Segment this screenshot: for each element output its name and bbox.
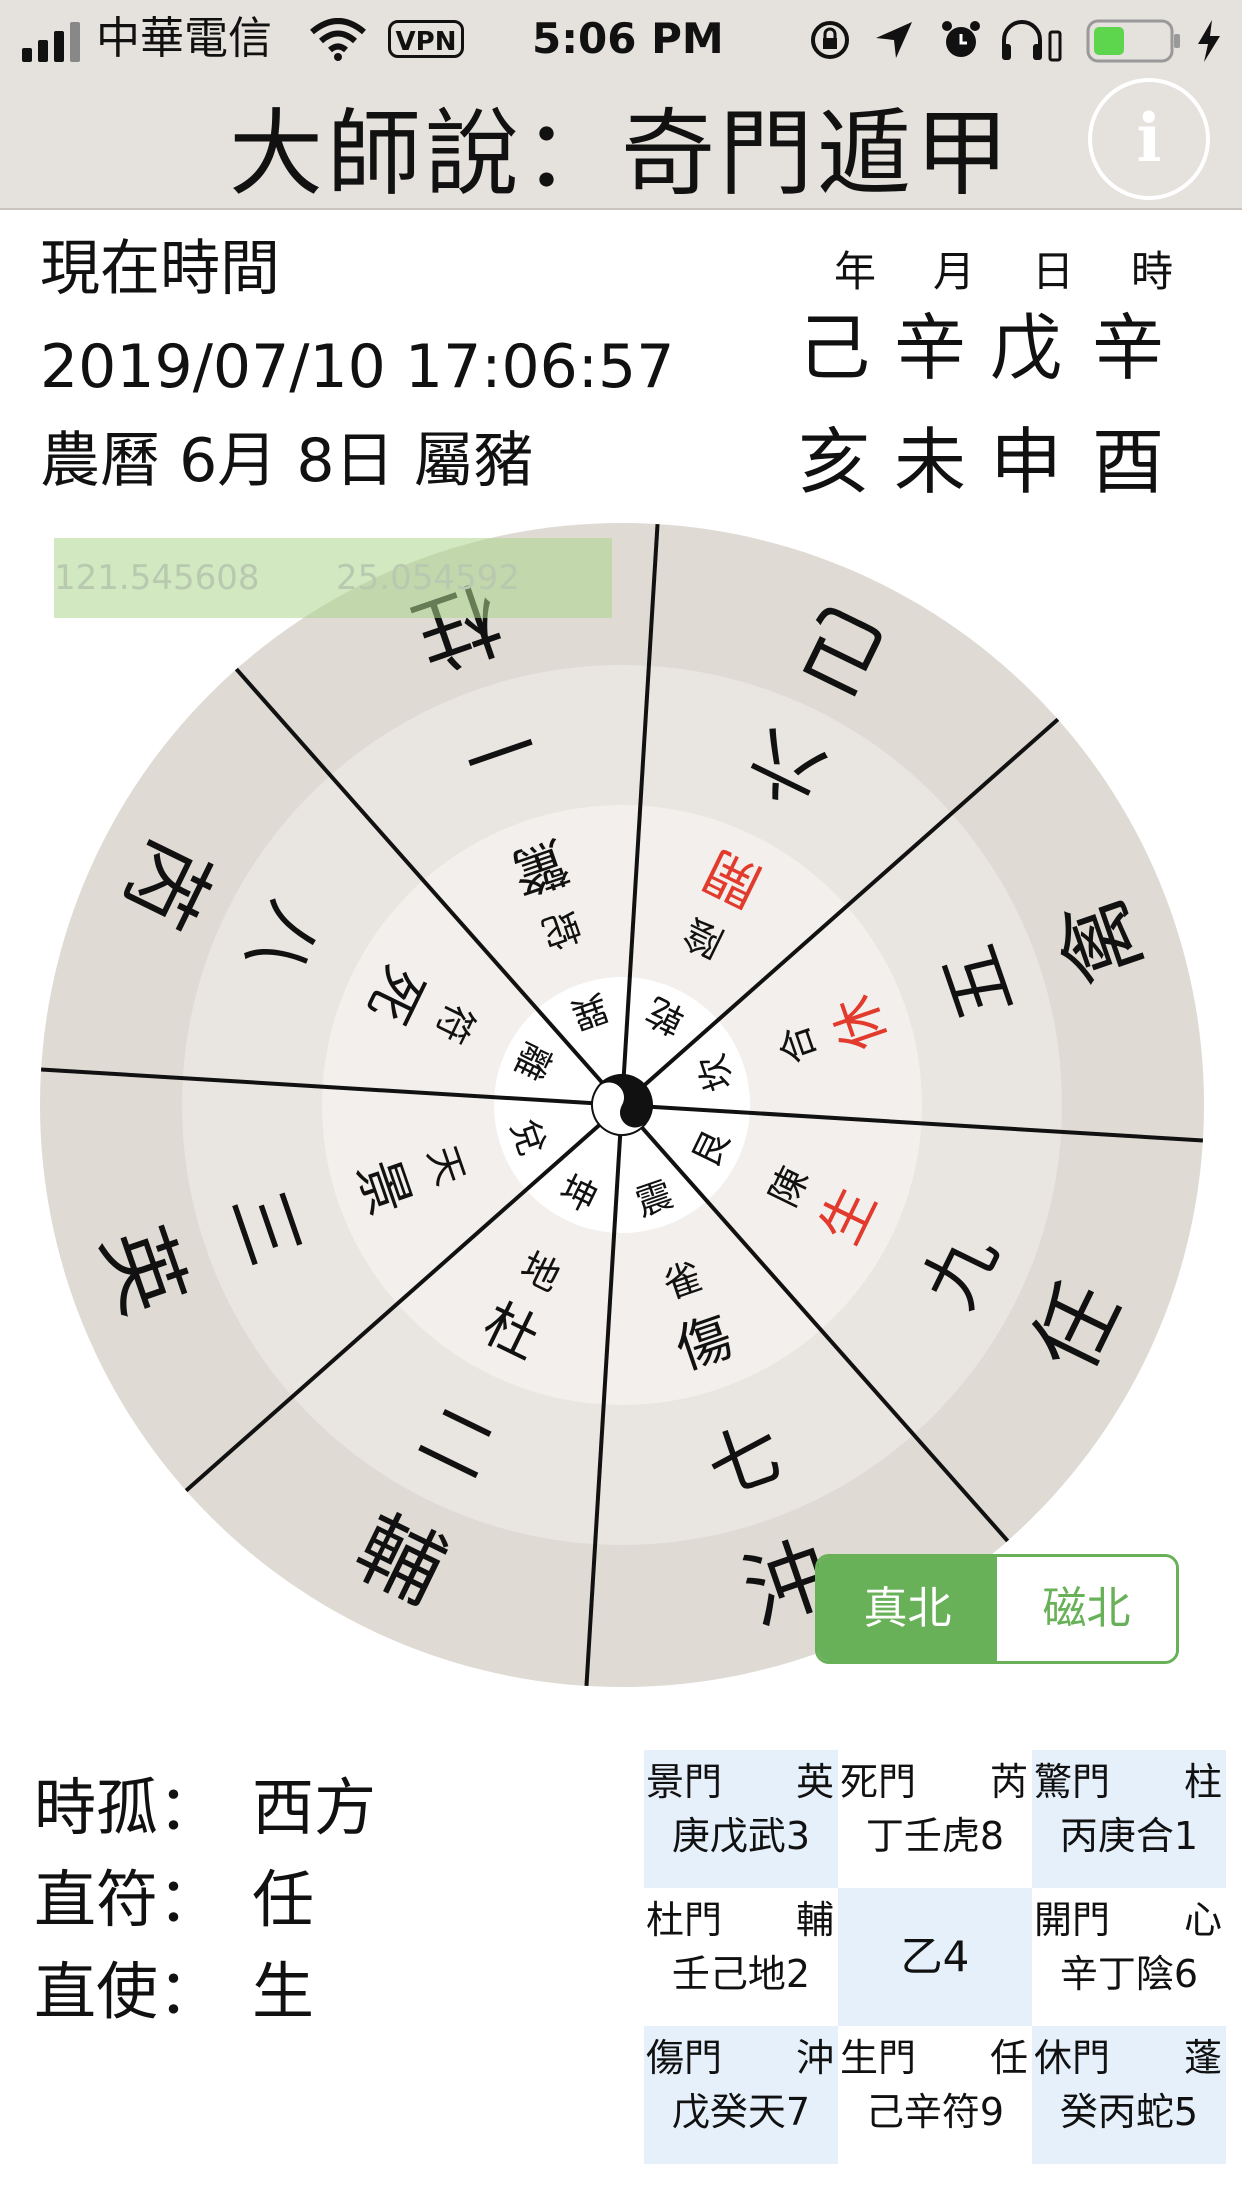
- summary-value: 生: [252, 1955, 315, 2028]
- title-bar: 大師說：奇門遁甲: [0, 82, 1242, 210]
- current-time-label: 現在時間: [40, 234, 280, 304]
- palace-door: 休門: [1034, 2036, 1111, 2080]
- palace-detail: 辛丁陰6: [1059, 1952, 1199, 1996]
- headphones-icon: [1002, 20, 1062, 62]
- palace-door: 傷門: [646, 2036, 723, 2080]
- hour-branch: 酉: [1092, 420, 1165, 504]
- pillar-header-day: 日: [1032, 247, 1075, 296]
- charging-icon: [1198, 20, 1220, 62]
- pillar-header-year: 年: [834, 247, 877, 296]
- palace-star: 輔: [795, 1898, 834, 1942]
- palace-detail: 庚戊武3: [671, 1814, 811, 1858]
- wifi-icon: [310, 18, 366, 61]
- day-stem: 戊: [990, 306, 1063, 390]
- latitude-value: 25.054592: [336, 558, 520, 598]
- summary-row: 直符： 任: [34, 1862, 314, 1938]
- palace-cell: 杜門 輔 壬己地2: [644, 1888, 838, 2026]
- carrier-name: 中華電信: [96, 13, 272, 64]
- palace-star: 英: [795, 1760, 834, 1804]
- palace-detail: 戊癸天7: [671, 2090, 811, 2134]
- summary-value: 西方: [252, 1771, 377, 1844]
- palace-door: 驚門: [1034, 1760, 1111, 1804]
- palace-cell: 開門 心 辛丁陰6: [1032, 1888, 1226, 2026]
- info-icon: i: [1136, 99, 1162, 177]
- qimen-wheel: 己六開陰乾禽五休合坎任九生陳艮沖七傷雀震輔二杜地坤英三景天兌芮 八死符離柱一驚蛇巽: [40, 523, 1204, 1687]
- palace-grid: 景門 英 庚戊武3 死門 芮 丁壬虎8 驚門 柱 丙庚合1 杜門 輔 壬己地2 …: [644, 1750, 1226, 2166]
- palace-detail: 丙庚合1: [1059, 1814, 1199, 1858]
- palace-door: 景門: [646, 1760, 723, 1804]
- magnetic-north-option[interactable]: 磁北: [997, 1557, 1176, 1661]
- month-stem: 辛: [894, 306, 967, 390]
- palace-door: 開門: [1034, 1898, 1111, 1942]
- summary-value: 任: [252, 1863, 315, 1936]
- page-title: 大師說：奇門遁甲: [228, 100, 1013, 209]
- summary-label: 直使：: [34, 1955, 221, 2028]
- month-branch: 未: [894, 420, 967, 504]
- palace-cell: 驚門 柱 丙庚合1: [1032, 1750, 1226, 1888]
- palace-detail: 癸丙蛇5: [1059, 2090, 1199, 2134]
- palace-star: 任: [989, 2036, 1028, 2080]
- signal-icon: [22, 22, 80, 62]
- palace-center-value: 乙4: [900, 1932, 970, 1981]
- palace-star: 心: [1183, 1898, 1222, 1942]
- palace-door: 死門: [840, 1760, 917, 1804]
- palace-star: 芮: [989, 1760, 1028, 1804]
- north-toggle[interactable]: 真北 磁北: [815, 1554, 1179, 1664]
- info-button[interactable]: i: [1088, 78, 1210, 200]
- status-bar: 中華電信 VPN 5:06 PM: [0, 0, 1242, 82]
- year-stem: 己: [798, 306, 871, 390]
- location-icon: [876, 22, 912, 58]
- palace-cell: 傷門 沖 戊癸天7: [644, 2026, 838, 2164]
- palace-door: 杜門: [646, 1898, 723, 1942]
- palace-cell: 休門 蓬 癸丙蛇5: [1032, 2026, 1226, 2164]
- vpn-badge: VPN: [388, 20, 464, 58]
- summary-label: 時孤：: [34, 1771, 221, 1844]
- summary-label: 直符：: [34, 1863, 221, 1936]
- palace-detail: 己辛符9: [865, 2090, 1005, 2134]
- battery-icon: [1086, 19, 1180, 63]
- summary-row: 直使： 生: [34, 1954, 314, 2030]
- true-north-option[interactable]: 真北: [818, 1557, 997, 1661]
- palace-cell: 死門 芮 丁壬虎8: [838, 1750, 1032, 1888]
- hour-stem: 辛: [1092, 306, 1165, 390]
- palace-cell-center: 乙4: [838, 1888, 1032, 2026]
- status-time: 5:06 PM: [532, 14, 724, 63]
- pillar-header-month: 月: [933, 247, 976, 296]
- pillar-header-hour: 時: [1131, 247, 1174, 296]
- palace-detail: 壬己地2: [671, 1952, 811, 1996]
- year-branch: 亥: [798, 420, 871, 504]
- day-branch: 申: [990, 420, 1063, 504]
- palace-cell: 景門 英 庚戊武3: [644, 1750, 838, 1888]
- longitude-value: 121.545608: [54, 558, 260, 598]
- orientation-lock-icon: [811, 21, 849, 59]
- palace-star: 蓬: [1183, 2036, 1222, 2080]
- coordinates-overlay: 121.545608 25.054592: [54, 538, 612, 618]
- palace-star: 柱: [1183, 1760, 1222, 1804]
- palace-star: 沖: [795, 2036, 834, 2080]
- palace-cell: 生門 任 己辛符9: [838, 2026, 1032, 2164]
- current-datetime: 2019/07/10 17:06:57: [40, 332, 675, 402]
- lunar-date: 農曆 6月 8日 屬豬: [40, 426, 534, 496]
- palace-detail: 丁壬虎8: [865, 1814, 1005, 1858]
- palace-door: 生門: [840, 2036, 917, 2080]
- summary-row: 時孤： 西方: [34, 1770, 376, 1846]
- alarm-icon: [942, 21, 980, 57]
